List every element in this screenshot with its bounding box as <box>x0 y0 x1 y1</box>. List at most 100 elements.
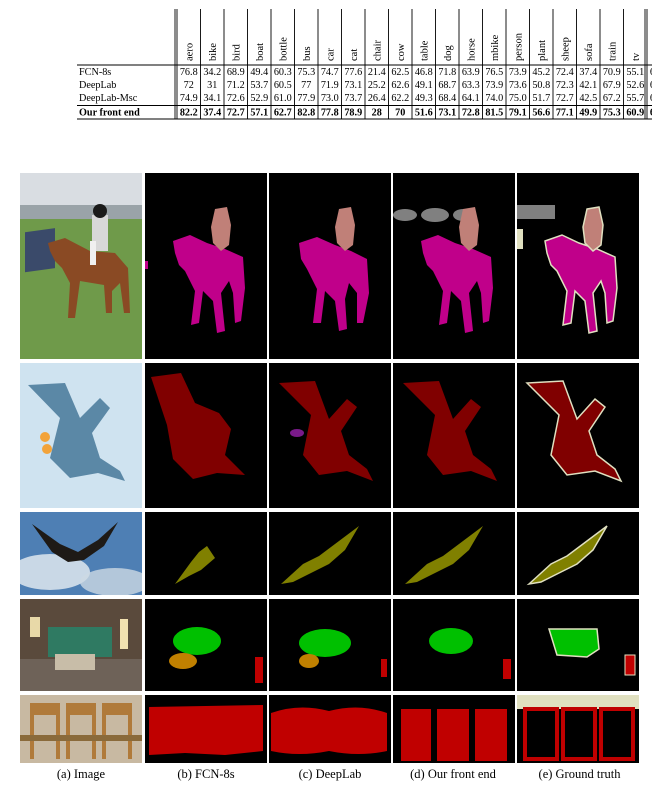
table-cell: 78.9 <box>344 108 362 119</box>
column-header: car <box>325 48 336 61</box>
table-cell: 70.9 <box>603 67 621 78</box>
results-table-svg: aero bike bird boat bottle bus car cat chair cow t… <box>77 9 652 120</box>
table-cell: 62.5 <box>391 67 409 78</box>
table-cell: 72.7 <box>227 108 245 119</box>
row-method-label: DeepLab-Msc <box>79 93 138 104</box>
table-cell: 74.0 <box>485 93 503 104</box>
table-cell: 68.7 <box>438 80 456 91</box>
column-header: plant <box>537 40 548 61</box>
column-header: horse <box>466 38 477 61</box>
table-cell: 77.9 <box>297 93 315 104</box>
table-cell: 56.6 <box>532 108 550 119</box>
table-cell: 62.2 <box>391 93 409 104</box>
table-cell: 52.6 <box>626 80 644 91</box>
table-cell: 37.4 <box>579 67 597 78</box>
segmentation-plane-ground-truth <box>517 363 639 508</box>
table-cell: 71.9 <box>321 80 339 91</box>
segmentation-plane-deeplab <box>269 363 391 508</box>
column-header: bottle <box>278 37 289 61</box>
segmentation-plane-fcn8s <box>145 363 267 508</box>
table-cell: 73.1 <box>438 108 456 119</box>
caption-ground-truth: (e) Ground truth <box>538 767 621 781</box>
column-header: chair <box>372 40 383 61</box>
segmentation-bird-deeplab <box>269 512 391 595</box>
segmentation-bird-ground-truth <box>517 512 639 595</box>
column-header: tv <box>631 52 642 61</box>
table-cell: 73.6 <box>509 80 527 91</box>
table-cell: 77.6 <box>344 67 362 78</box>
table-cell: 37.4 <box>203 108 221 119</box>
table-cell: 62.6 <box>391 80 409 91</box>
table-cell: 73.9 <box>509 67 527 78</box>
table-cell: 45.2 <box>532 67 550 78</box>
results-table: aero bike bird boat bottle bus car cat chair cow t… <box>77 9 652 120</box>
table-cell: 64.1 <box>462 93 480 104</box>
column-header: aero <box>184 43 195 61</box>
table-cell: 73.7 <box>344 93 362 104</box>
photo-chairs-image <box>20 695 142 763</box>
column-header: mbike <box>490 34 501 61</box>
table-cell: 55.1 <box>626 67 644 78</box>
table-cell: 77.8 <box>321 108 339 119</box>
segmentation-chairs-ground-truth <box>517 695 639 763</box>
table-cell: 76.5 <box>485 67 503 78</box>
segmentation-horse-ground-truth <box>517 173 639 359</box>
segmentation-bird-fcn8s <box>145 512 267 595</box>
table-cell: 82.8 <box>297 108 315 119</box>
table-cell: 73.9 <box>485 80 503 91</box>
photo-horse-image <box>20 173 142 359</box>
segmentation-plane-front-end <box>393 363 515 508</box>
table-cell: 73.1 <box>344 80 362 91</box>
table-cell: 49.4 <box>250 67 268 78</box>
column-header: cat <box>349 49 360 61</box>
segmentation-room-front-end <box>393 599 515 691</box>
segmentation-horse-front-end <box>393 173 515 359</box>
table-cell: 42.1 <box>579 80 597 91</box>
table-cell: 72.7 <box>556 93 574 104</box>
caption-fcn8s: (b) FCN-8s <box>177 767 235 781</box>
table-cell: 50.8 <box>532 80 550 91</box>
segmentation-horse-deeplab <box>269 173 391 359</box>
table-cell: 79.1 <box>509 108 527 119</box>
column-header: person <box>513 32 524 61</box>
column-header: cow <box>396 43 407 61</box>
table-cell: 60.5 <box>274 80 292 91</box>
table-cell: 60.9 <box>626 108 644 119</box>
table-cell: 53.7 <box>250 80 268 91</box>
table-cell: 75.3 <box>603 108 621 119</box>
table-cell: 67.9 <box>603 80 621 91</box>
table-cell: 51.6 <box>415 108 433 119</box>
table-cell: 67.6 <box>650 108 652 119</box>
table-cell: 82.2 <box>180 108 198 119</box>
table-cell: 42.5 <box>579 93 597 104</box>
table-cell: 31 <box>207 80 217 91</box>
table-cell: 77 <box>301 80 311 91</box>
table-cell: 74.9 <box>180 93 198 104</box>
table-cell: 72.8 <box>462 108 480 119</box>
table-cell: 73.0 <box>321 93 339 104</box>
segmentation-bird-front-end <box>393 512 515 595</box>
segmentation-room-ground-truth <box>517 599 639 691</box>
table-cell: 72 <box>184 80 194 91</box>
table-cell: 67.2 <box>603 93 621 104</box>
table-cell: 28 <box>372 108 382 119</box>
table-cell: 60.3 <box>274 67 292 78</box>
column-header: table <box>419 40 430 61</box>
caption-image: (a) Image <box>56 767 106 781</box>
table-cell: 49.3 <box>415 93 433 104</box>
table-cell: 75.3 <box>297 67 315 78</box>
table-cell: 34.1 <box>203 93 221 104</box>
table-cell: 52.9 <box>250 93 268 104</box>
segmentation-chairs-front-end <box>393 695 515 763</box>
photo-bird-image <box>20 512 142 595</box>
table-cell: 61.0 <box>274 93 292 104</box>
table-cell: 21.4 <box>368 67 386 78</box>
table-cell: 72.3 <box>556 80 574 91</box>
table-cell: 57.1 <box>250 108 268 119</box>
column-header: dog <box>443 45 454 62</box>
photo-room-image <box>20 599 142 691</box>
segmentation-chairs-deeplab <box>269 695 391 763</box>
segmentation-room-deeplab <box>269 599 391 691</box>
column-header: boat <box>255 43 266 61</box>
table-cell: 25.2 <box>368 80 386 91</box>
